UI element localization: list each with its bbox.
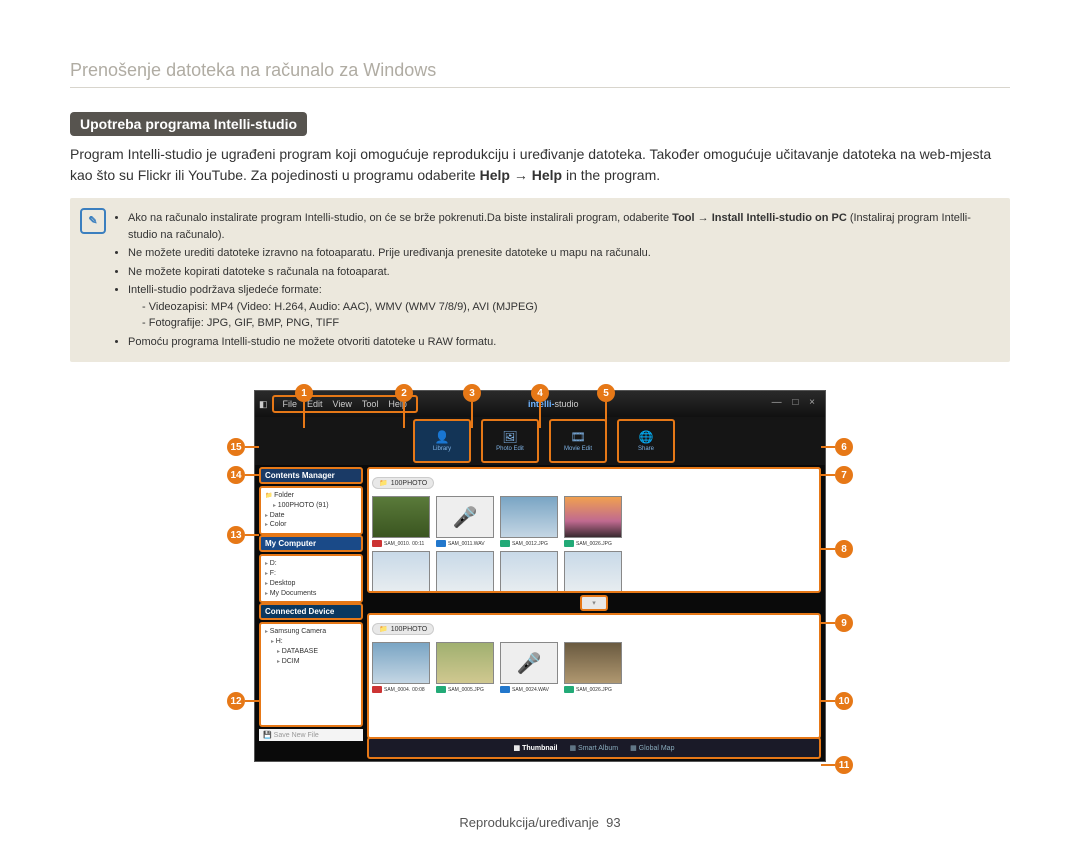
note-item-4: Intelli-studio podržava sljedeće formate… [128,282,996,332]
folder-database[interactable]: DATABASE [277,647,357,657]
group-date[interactable]: Date [265,511,357,521]
pane-divider[interactable]: ▾ [580,595,608,611]
app-screenshot-diagram: 1 2 3 4 5 15 14 13 12 6 7 8 9 10 11 [235,390,845,795]
my-computer-body[interactable]: D: F: Desktop My Documents [259,554,363,603]
callout-10: 10 [835,692,853,710]
view-smart-album[interactable]: Smart Album [569,744,618,752]
footer-page-number: 93 [606,815,620,830]
connected-device-body[interactable]: Samsung Camera H: DATABASE DCIM [259,622,363,727]
device-camera[interactable]: Samsung Camera [265,627,357,637]
thumb-extra-2[interactable] [436,551,492,593]
intelli-studio-window: ◧ File Edit View Tool Help intelli-studi… [254,390,826,762]
callout-13: 13 [227,526,245,544]
drive-h[interactable]: H: [271,637,357,647]
thumb-bot-3[interactable]: 🎤SAM_0024.WAV [500,642,556,693]
folder-100photo[interactable]: 100PHOTO (91) [273,501,357,511]
note-panel: ✎ Ako na računalo instalirate program In… [70,198,1010,362]
note-item-5: Pomoću programa Intelli-studio ne možete… [128,334,996,351]
folder-documents[interactable]: My Documents [265,589,357,599]
callout-15: 15 [227,438,245,456]
callout-1: 1 [295,384,313,402]
callout-8: 8 [835,540,853,558]
connected-device-header[interactable]: Connected Device [259,603,363,620]
bottom-browser-pane[interactable]: 100PHOTO SAM_0004. 00:08 SAM_0005.JPG 🎤S… [367,613,821,739]
note-sub-photo: - Fotografije: JPG, GIF, BMP, PNG, TIFF [142,315,996,332]
my-computer-header[interactable]: My Computer [259,535,363,552]
breadcrumb-top[interactable]: 100PHOTO [372,477,434,489]
tab-movie-edit[interactable]: 🎞Movie Edit [549,419,607,463]
footer-section: Reprodukcija/uređivanje [459,815,598,830]
callout-11: 11 [835,756,853,774]
drive-f[interactable]: F: [265,569,357,579]
page-footer: Reprodukcija/uređivanje 93 [70,815,1010,830]
save-new-file[interactable]: 💾 Save New File [259,729,363,741]
thumb-extra-3[interactable] [500,551,556,593]
intro-arrow: → [514,167,532,183]
content-area: 100PHOTO SAM_0010. 00:11 🎤SAM_0011.WAV S… [367,467,821,739]
contents-manager-header[interactable]: Contents Manager [259,467,363,484]
callout-6: 6 [835,438,853,456]
page-title: Prenošenje datoteka na računalo za Windo… [70,60,1010,88]
callout-14: 14 [227,466,245,484]
menu-view[interactable]: View [328,399,357,409]
tab-share[interactable]: 🌐Share [617,419,675,463]
callout-2: 2 [395,384,413,402]
callout-4: 4 [531,384,549,402]
intro-help-2: Help [532,167,562,183]
thumb-top-1[interactable]: SAM_0010. 00:11 [372,496,428,547]
thumb-extra-4[interactable] [564,551,620,593]
note-sub-video: - Videozapisi: MP4 (Video: H.264, Audio:… [142,299,996,316]
callout-9: 9 [835,614,853,632]
intro-paragraph: Program Intelli-studio je ugrađeni progr… [70,144,1010,186]
breadcrumb-bottom[interactable]: 100PHOTO [372,623,434,635]
group-color[interactable]: Color [265,520,357,530]
callout-7: 7 [835,466,853,484]
thumb-bot-4[interactable]: SAM_0026.JPG [564,642,620,693]
view-mode-bar[interactable]: Thumbnail Smart Album Global Map [367,737,821,759]
window-controls[interactable]: — □ × [772,397,819,408]
thumb-bot-2[interactable]: SAM_0005.JPG [436,642,492,693]
section-heading: Upotreba programa Intelli-studio [70,112,307,136]
menu-tool[interactable]: Tool [357,399,384,409]
thumb-top-4[interactable]: SAM_0026.JPG [564,496,620,547]
contents-manager-body[interactable]: Folder 100PHOTO (91) Date Color [259,486,363,535]
intro-help-1: Help [480,167,510,183]
thumb-top-2[interactable]: 🎤SAM_0011.WAV [436,496,492,547]
callout-5: 5 [597,384,615,402]
tab-library[interactable]: 👤Library [413,419,471,463]
intro-tail: in the program. [566,167,660,183]
callout-3: 3 [463,384,481,402]
note-item-1: Ako na računalo instalirate program Inte… [128,210,996,243]
view-global-map[interactable]: Global Map [630,744,674,752]
tab-photo-edit[interactable]: 🖼Photo Edit [481,419,539,463]
note-item-3: Ne možete kopirati datoteke s računala n… [128,264,996,281]
sidebar: Contents Manager Folder 100PHOTO (91) Da… [259,467,363,741]
top-browser-pane[interactable]: 100PHOTO SAM_0010. 00:11 🎤SAM_0011.WAV S… [367,467,821,593]
note-icon: ✎ [80,208,106,234]
drive-d[interactable]: D: [265,559,357,569]
callout-12: 12 [227,692,245,710]
view-thumbnail[interactable]: Thumbnail [514,744,558,752]
thumb-bot-1[interactable]: SAM_0004. 00:08 [372,642,428,693]
note-item-2: Ne možete urediti datoteke izravno na fo… [128,245,996,262]
folder-dcim[interactable]: DCIM [277,657,357,667]
thumb-extra-1[interactable] [372,551,428,593]
folder-desktop[interactable]: Desktop [265,579,357,589]
thumb-top-3[interactable]: SAM_0012.JPG [500,496,556,547]
folder-root[interactable]: Folder [265,491,357,501]
